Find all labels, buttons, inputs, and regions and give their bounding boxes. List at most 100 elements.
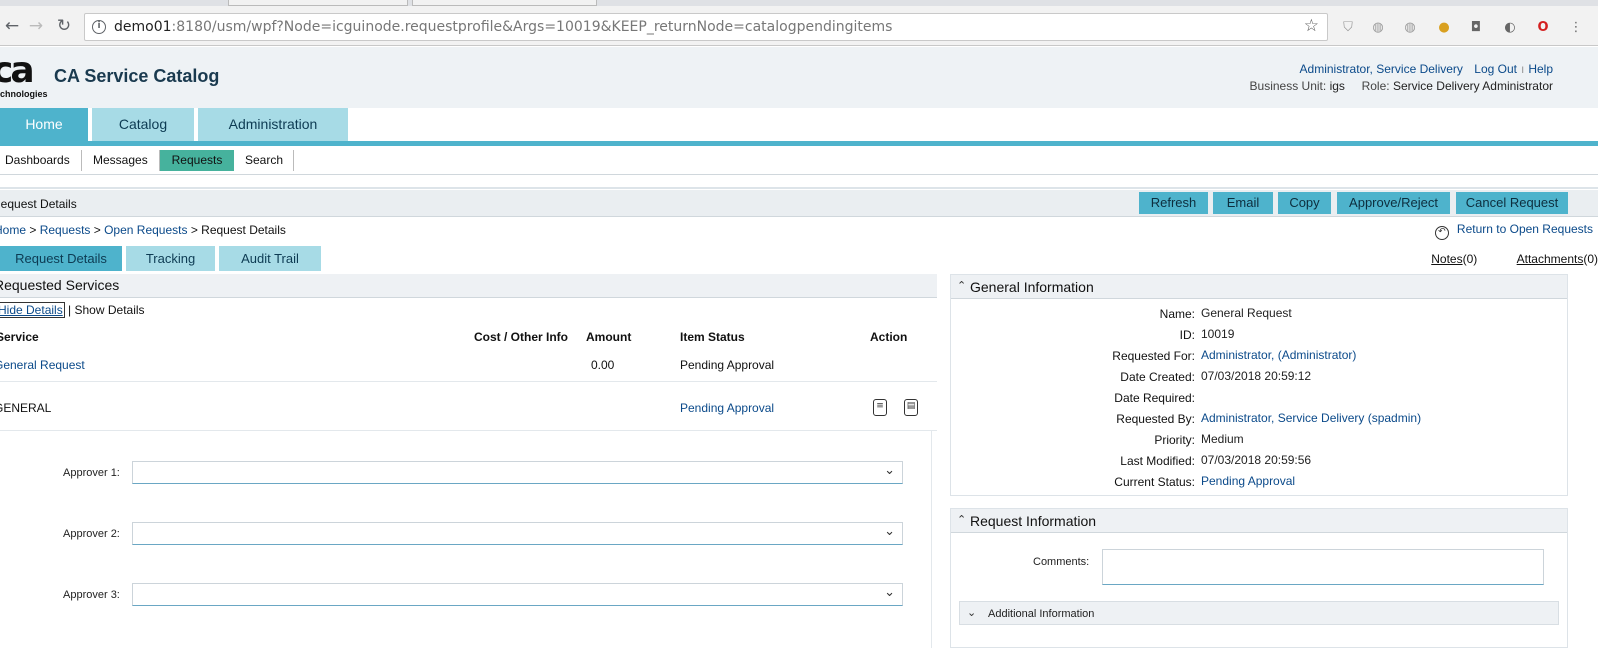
chrome-extension-icon[interactable]: ● <box>1436 20 1452 36</box>
email-button[interactable]: Email <box>1213 192 1273 214</box>
copy-button[interactable]: Copy <box>1278 192 1331 214</box>
show-details-link[interactable]: Show Details <box>75 303 145 317</box>
priority-label: Priority: <box>1154 433 1195 447</box>
general-information-header[interactable]: ⌃ General Information <box>951 275 1567 299</box>
approver-2-select[interactable]: ⌄ <box>132 522 903 545</box>
info-icon[interactable]: i <box>92 20 106 34</box>
breadcrumb-current: Request Details <box>201 223 286 237</box>
breadcrumb-separator: > <box>26 223 40 237</box>
breadcrumb-open-requests[interactable]: Open Requests <box>104 223 187 237</box>
additional-information-header[interactable]: ⌄ Additional Information <box>959 601 1559 625</box>
column-amount: Amount <box>586 330 632 344</box>
requested-for-link[interactable]: Administrator, (Administrator) <box>1201 348 1356 362</box>
subnav-dashboards[interactable]: Dashboards <box>0 150 82 171</box>
return-link-label: Return to Open Requests <box>1456 222 1593 236</box>
return-icon: ↶ <box>1434 226 1449 240</box>
star-icon[interactable]: ☆ <box>1304 16 1319 36</box>
chevron-down-icon: ⌄ <box>967 606 977 619</box>
chevron-up-icon: ⌃ <box>957 279 967 292</box>
additional-information-title: Additional Information <box>988 608 1095 620</box>
extension-icon[interactable]: ◍ <box>1370 20 1386 36</box>
clipboard-icon[interactable]: ▤ <box>904 399 918 416</box>
current-status-link[interactable]: Pending Approval <box>1201 474 1295 488</box>
item-status: Pending Approval <box>680 358 775 372</box>
business-unit-label: Business Unit: <box>1249 79 1327 93</box>
requested-by-link[interactable]: Administrator, Service Delivery (spadmin… <box>1201 411 1421 425</box>
request-information-panel: ⌃ Request Information Comments: ⌄ Additi… <box>950 508 1568 648</box>
hide-details-link[interactable]: Hide Details <box>0 302 65 318</box>
chevron-down-icon: ⌄ <box>884 585 895 600</box>
chevron-down-icon: ⌄ <box>884 463 895 478</box>
business-unit-value: igs <box>1329 79 1345 93</box>
notes-count: (0) <box>1462 252 1478 266</box>
notes-link[interactable]: Notes <box>1431 252 1462 266</box>
back-icon[interactable]: ← <box>2 16 22 36</box>
pending-approval-link[interactable]: Pending Approval <box>680 401 774 415</box>
business-unit-role: Business Unit: igs Role: Service Deliver… <box>1250 79 1553 93</box>
circle-extension-icon[interactable]: ◐ <box>1502 20 1518 36</box>
service-link[interactable]: General Request <box>0 358 85 372</box>
refresh-button[interactable]: Refresh <box>1139 192 1208 214</box>
notes-attachments: Notes(0) Attachments(0) <box>1431 252 1598 266</box>
tab-catalog[interactable]: Catalog <box>92 108 194 141</box>
help-link[interactable]: Help <box>1528 62 1553 76</box>
column-service: Service <box>0 330 39 344</box>
tab-administration[interactable]: Administration <box>198 108 348 141</box>
user-links: Administrator, Service Delivery Log Out ı… <box>1299 62 1553 76</box>
approver-1-select[interactable]: ⌄ <box>132 461 903 484</box>
breadcrumb-requests[interactable]: Requests <box>40 223 91 237</box>
column-item-status: Item Status <box>680 330 745 344</box>
role-value: Service Delivery Administrator <box>1392 79 1553 93</box>
subnav-messages[interactable]: Messages <box>82 150 160 171</box>
ca-logo[interactable]: ca technologies <box>0 53 52 103</box>
app-header: ca technologies CA Service Catalog Admin… <box>0 47 1598 108</box>
breadcrumb-home[interactable]: Home <box>0 223 26 237</box>
general-information-title: General Information <box>970 279 1094 295</box>
tab-tracking[interactable]: Tracking <box>126 246 215 271</box>
approver-2-label: Approver 2: <box>63 528 120 540</box>
date-required-label: Date Required: <box>1114 391 1195 405</box>
priority-value: Medium <box>1201 432 1244 446</box>
attachments-link[interactable]: Attachments <box>1517 252 1584 266</box>
sub-service-name: GENERAL <box>0 401 52 415</box>
url-path: :8180/usm/wpf?Node=icguinode.requestprof… <box>171 19 893 35</box>
forward-icon[interactable]: → <box>26 16 46 36</box>
role-label: Role: <box>1361 79 1390 93</box>
tab-audit-trail[interactable]: Audit Trail <box>219 246 321 271</box>
approver-3-select[interactable]: ⌄ <box>132 583 903 606</box>
date-created-label: Date Created: <box>1120 370 1195 384</box>
chevron-up-icon: ⌃ <box>957 513 967 526</box>
approver-1-label: Approver 1: <box>63 467 120 479</box>
request-information-header[interactable]: ⌃ Request Information <box>951 509 1567 533</box>
logo-subtext: technologies <box>0 89 48 99</box>
main-tabs: Home Catalog Administration <box>0 108 1598 141</box>
address-bar[interactable]: i demo01:8180/usm/wpf?Node=icguinode.req… <box>84 13 1328 41</box>
logout-link[interactable]: Log Out <box>1474 62 1517 76</box>
shield-extension-icon[interactable]: ⛉ <box>1340 20 1356 36</box>
requested-for-label: Requested For: <box>1112 349 1195 363</box>
comments-field[interactable] <box>1102 549 1544 585</box>
url-text[interactable]: demo01:8180/usm/wpf?Node=icguinode.reque… <box>114 19 892 35</box>
details-toggle: Hide Details | Show Details <box>0 302 145 318</box>
user-profile-link[interactable]: Administrator, Service Delivery <box>1300 62 1463 76</box>
reload-icon[interactable]: ↻ <box>54 16 74 36</box>
subnav-requests[interactable]: Requests <box>160 150 234 171</box>
logo-mark: ca <box>0 50 35 91</box>
return-to-open-requests-link[interactable]: ↶ Return to Open Requests <box>1434 222 1593 240</box>
tab-home[interactable]: Home <box>0 108 88 141</box>
row-divider <box>0 381 937 382</box>
request-details-bar: Request Details Refresh Email Copy Appro… <box>0 190 1598 217</box>
breadcrumb-separator: > <box>187 223 202 237</box>
id-value: 10019 <box>1201 327 1235 341</box>
opera-icon[interactable]: O <box>1535 20 1551 36</box>
cancel-request-button[interactable]: Cancel Request <box>1456 192 1568 214</box>
general-information-panel: ⌃ General Information Name: General Requ… <box>950 274 1568 496</box>
last-modified-label: Last Modified: <box>1120 454 1195 468</box>
menu-icon[interactable]: ⋮ <box>1568 20 1584 36</box>
tab-request-details[interactable]: Request Details <box>0 246 122 271</box>
camera-icon[interactable]: ◘ <box>1468 20 1484 36</box>
extension-icon[interactable]: ◍ <box>1402 20 1418 36</box>
subnav-search[interactable]: Search <box>234 150 294 171</box>
edit-form-icon[interactable]: ≡ <box>873 399 887 416</box>
approve-reject-button[interactable]: Approve/Reject <box>1337 192 1450 214</box>
